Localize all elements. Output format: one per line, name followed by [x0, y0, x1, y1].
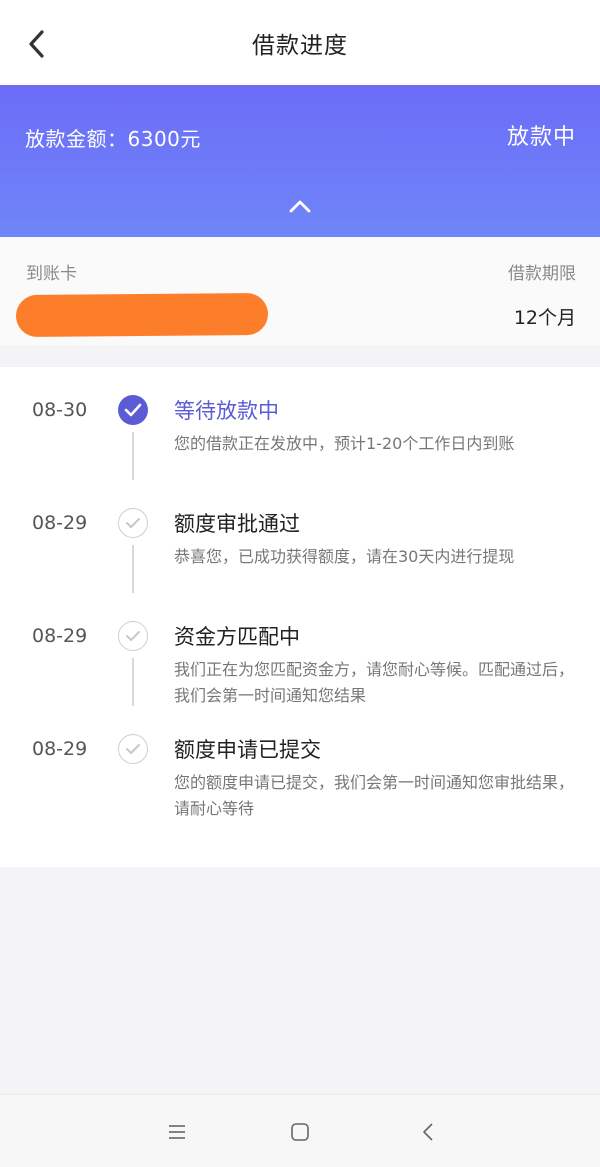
step-title: 额度申请已提交	[174, 738, 321, 762]
loan-amount: 放款金额：6300元	[25, 127, 201, 151]
back-triangle-icon	[423, 1123, 433, 1141]
back-button[interactable]	[18, 24, 54, 64]
step-date: 08-29	[32, 625, 88, 647]
home-square-icon	[291, 1123, 309, 1141]
step-title: 资金方匹配中	[174, 625, 300, 649]
loan-term-value: 12个月	[513, 307, 576, 329]
step-title: 等待放款中	[174, 399, 279, 423]
chevron-up-icon	[289, 200, 311, 213]
system-nav-bar	[0, 1094, 600, 1167]
progress-timeline: 08-30 等待放款中 您的借款正在发放中，预计1-20个工作日内到账 08-2…	[0, 367, 600, 867]
step-description: 恭喜您，已成功获得额度，请在30天内进行提现	[174, 547, 515, 566]
timeline-connector	[132, 658, 134, 706]
step-date: 08-29	[32, 738, 88, 760]
step-title: 额度审批通过	[174, 512, 300, 536]
page-title: 借款进度	[252, 32, 348, 59]
top-bar: 借款进度	[0, 0, 600, 85]
loan-status: 放款中	[506, 125, 576, 150]
loan-progress-screen: 借款进度 放款金额：6300元 放款中 到账卡 借款期限 12个月 08-30 …	[0, 0, 600, 1167]
chevron-left-icon	[29, 30, 44, 58]
timeline-connector	[132, 545, 134, 593]
step-description: 您的借款正在发放中，预计1-20个工作日内到账	[174, 434, 515, 453]
step-date: 08-29	[32, 512, 88, 534]
step-date: 08-30	[32, 399, 88, 421]
redacted-card-number	[15, 292, 269, 338]
menu-button[interactable]	[165, 1121, 189, 1143]
check-outline-icon	[118, 508, 148, 538]
receiving-card-label: 到账卡	[26, 264, 77, 284]
loan-term-label: 借款期限	[508, 264, 576, 284]
step-description: 您的额度申请已提交，我们会第一时间通知您审批结果，请耐心等待	[174, 773, 575, 818]
loan-status-banner: 放款金额：6300元 放款中	[0, 85, 600, 237]
check-outline-icon	[118, 621, 148, 651]
check-outline-icon	[118, 734, 148, 764]
step-description: 我们正在为您匹配资金方，请您耐心等候。匹配通过后，我们会第一时间通知您结果	[174, 660, 575, 705]
system-back-button[interactable]	[416, 1121, 440, 1143]
collapse-button[interactable]	[286, 195, 314, 217]
timeline-connector	[132, 432, 134, 480]
menu-icon	[169, 1125, 185, 1139]
check-filled-icon	[118, 395, 148, 425]
home-button[interactable]	[288, 1121, 312, 1143]
